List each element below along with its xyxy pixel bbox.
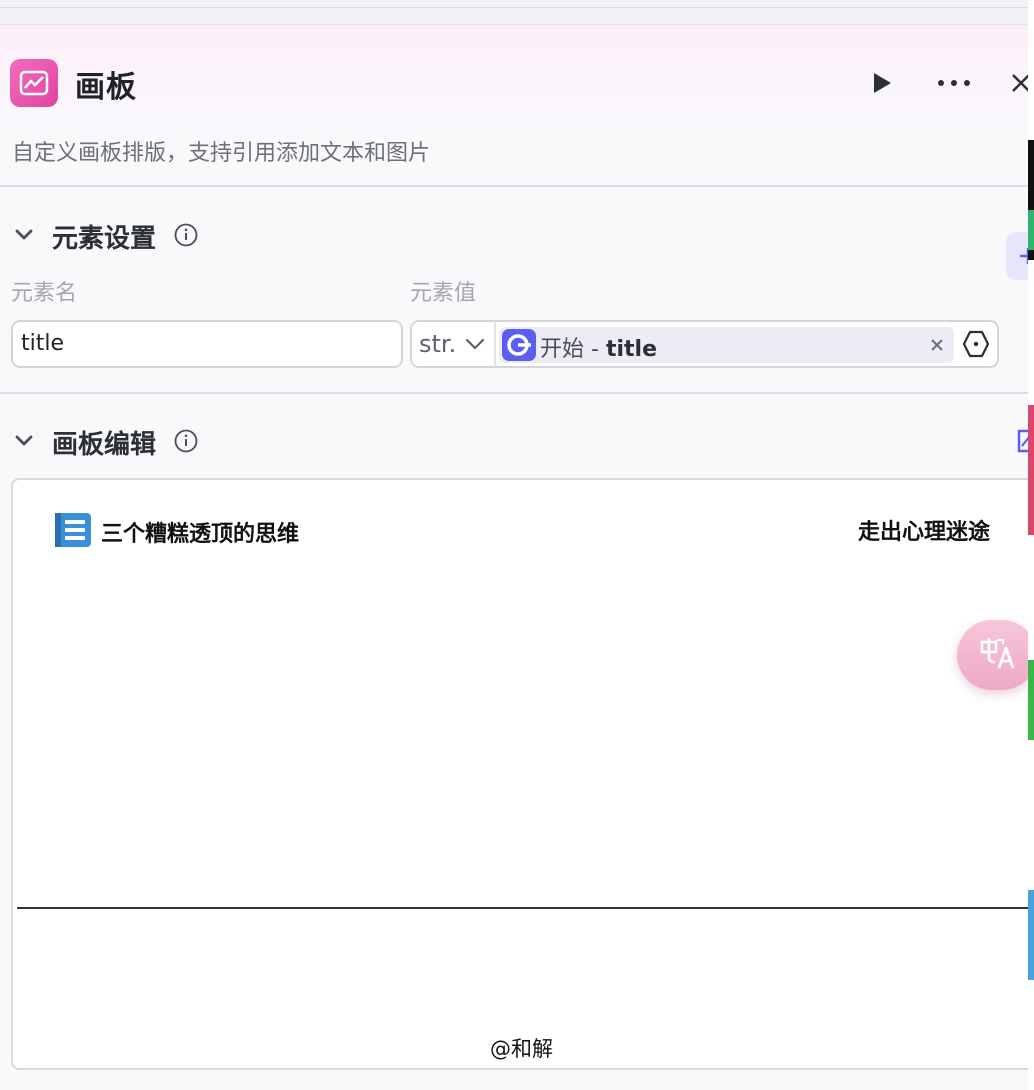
element-name-label: 元素名 — [11, 281, 78, 306]
adjacent-window-edge — [1028, 0, 1034, 1090]
edge-segment — [1028, 890, 1034, 980]
node-title: 画板 — [75, 70, 137, 105]
reference-field: title — [605, 337, 658, 362]
info-icon[interactable] — [174, 429, 198, 453]
node-config-panel: 画板 自定义画板排版，支持引用添加文本和图片 元素设置 元素名 元素值 titl… — [0, 25, 1028, 1090]
element-value-field[interactable]: str. 开始 - title — [410, 320, 999, 368]
play-icon — [874, 73, 891, 93]
divider — [0, 392, 1028, 394]
drawing-board-icon — [10, 59, 58, 107]
window-top-strip — [0, 0, 1030, 25]
collapse-chevron-icon[interactable] — [12, 223, 36, 247]
reference-label: 开始 - title — [540, 331, 657, 363]
reference-source: 开始 — [540, 337, 585, 362]
more-icon — [938, 80, 970, 86]
node-description: 自定义画板排版，支持引用添加文本和图片 — [12, 141, 431, 166]
clear-reference-icon[interactable] — [930, 338, 944, 352]
variable-reference-chip[interactable]: 开始 - title — [499, 327, 954, 363]
plus-icon — [1020, 248, 1028, 264]
element-name-value: title — [21, 331, 65, 356]
canvas-title-text[interactable]: 三个糟糕透顶的思维 — [101, 516, 299, 548]
list-icon — [55, 513, 91, 547]
edge-segment — [1028, 210, 1034, 250]
element-name-input[interactable]: title — [11, 320, 403, 368]
edge-segment — [1028, 660, 1034, 740]
variable-picker-icon[interactable] — [961, 329, 991, 359]
start-node-icon — [502, 329, 536, 361]
board-edit-title: 画板编辑 — [52, 430, 157, 460]
chevron-down-icon — [465, 338, 485, 350]
close-button[interactable] — [1008, 65, 1028, 101]
collapse-chevron-icon[interactable] — [12, 429, 36, 453]
translate-icon — [980, 638, 1015, 669]
reference-separator: - — [591, 337, 599, 362]
type-select-value: str. — [419, 330, 457, 358]
edge-segment — [1028, 405, 1034, 535]
board-canvas[interactable]: 三个糟糕透顶的思维 走出心理迷途 @和解 — [11, 478, 1028, 1070]
expand-editor-icon[interactable] — [1016, 428, 1028, 454]
element-value-label: 元素值 — [410, 281, 477, 306]
close-icon — [1012, 74, 1028, 92]
canvas-subtitle-text[interactable]: 走出心理迷途 — [858, 514, 990, 546]
divider — [0, 185, 1028, 187]
canvas-footer-text[interactable]: @和解 — [13, 1033, 1028, 1063]
translate-button[interactable] — [957, 620, 1028, 690]
type-select[interactable]: str. — [412, 322, 496, 366]
info-icon[interactable] — [174, 223, 198, 247]
canvas-divider-line[interactable] — [17, 907, 1028, 909]
edge-segment — [1028, 0, 1034, 140]
add-element-button[interactable] — [1006, 232, 1028, 280]
more-button[interactable] — [934, 65, 974, 101]
element-settings-title: 元素设置 — [52, 224, 157, 254]
run-button[interactable] — [866, 65, 898, 101]
